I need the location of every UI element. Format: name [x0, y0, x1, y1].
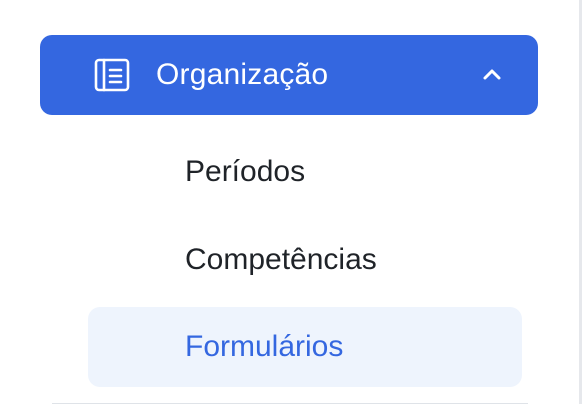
notebook-icon — [94, 58, 130, 92]
sidebar-item-periodos[interactable]: Períodos — [88, 132, 522, 212]
sidebar-item-formularios[interactable]: Formulários — [88, 307, 522, 387]
sidebar-item-label: Períodos — [185, 155, 306, 188]
sidebar-panel: Organização Períodos Competências Formul… — [0, 0, 582, 404]
chevron-up-icon[interactable] — [480, 63, 504, 87]
sidebar-group-label: Organização — [156, 58, 329, 91]
sidebar-item-competencias[interactable]: Competências — [88, 220, 522, 300]
sidebar-item-label: Formulários — [185, 330, 344, 363]
sidebar-group-organizacao[interactable]: Organização — [40, 35, 538, 115]
sidebar-item-label: Competências — [185, 243, 377, 276]
